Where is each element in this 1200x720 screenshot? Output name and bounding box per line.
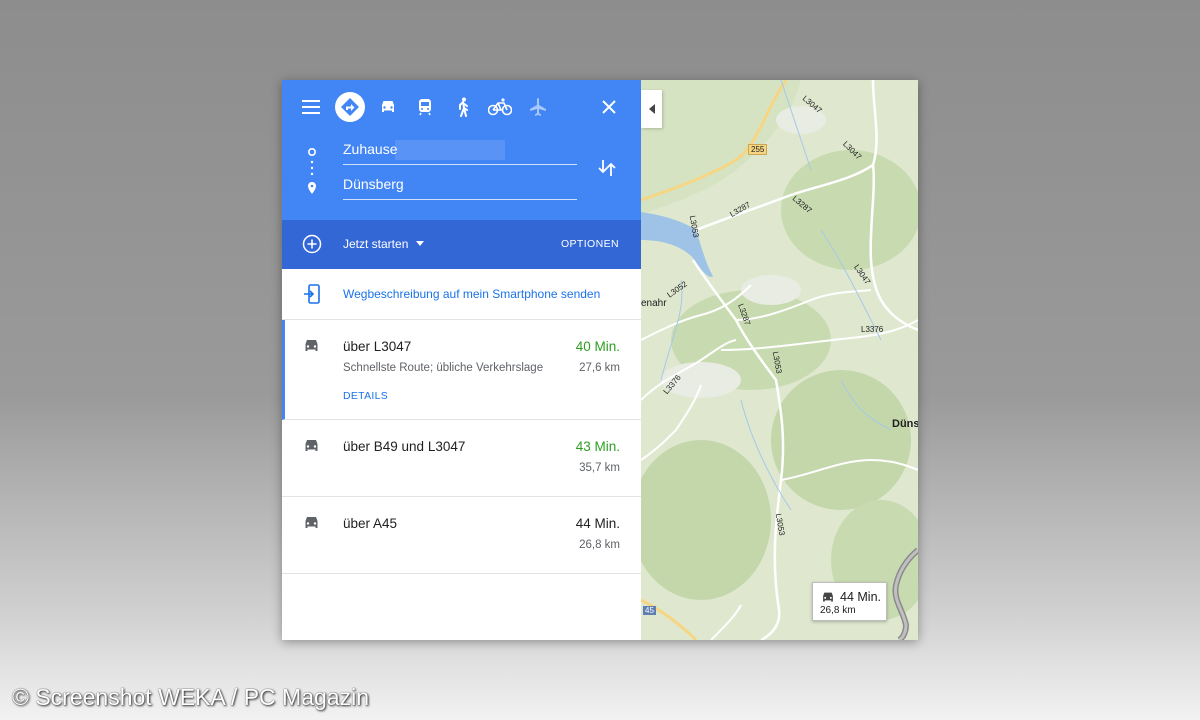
route-distance: 27,6 km <box>579 362 620 374</box>
add-destination-icon[interactable] <box>302 234 322 254</box>
car-icon[interactable] <box>373 92 403 122</box>
maps-window: Zuhause Dünsberg Jetzt starten OPTIONEN <box>282 80 918 640</box>
options-button[interactable]: OPTIONEN <box>561 238 619 250</box>
send-to-phone-row[interactable]: Wegbeschreibung auf mein Smartphone send… <box>282 269 641 320</box>
car-icon <box>823 592 833 602</box>
redacted-address <box>395 140 505 160</box>
route-time: 44 Min. <box>575 516 620 531</box>
directions-panel: Zuhause Dünsberg Jetzt starten OPTIONEN <box>282 80 641 640</box>
destination-value: Dünsberg <box>343 176 404 192</box>
route-option-1[interactable]: über L3047 Schnellste Route; übliche Ver… <box>282 320 641 420</box>
screenshot-credit: © Screenshot WEKA / PC Magazin <box>12 684 369 710</box>
send-to-phone-icon <box>304 284 320 304</box>
train-icon[interactable] <box>410 92 440 122</box>
road-badge: 255 <box>748 144 768 155</box>
route-option-3[interactable]: über A45 44 Min. 26,8 km <box>282 497 641 574</box>
route-time: 43 Min. <box>575 439 620 454</box>
car-icon <box>305 340 318 351</box>
route-name: über A45 <box>343 516 398 531</box>
walk-icon[interactable] <box>448 92 478 122</box>
bicycle-icon[interactable] <box>485 92 515 122</box>
highway-badge: 45 <box>643 606 656 615</box>
travel-mode-row <box>282 92 641 122</box>
bubble-distance: 26,8 km <box>820 605 856 616</box>
route-details-link[interactable]: DETAILS <box>343 390 388 402</box>
route-name: über B49 und L3047 <box>343 439 466 454</box>
route-dots-icon <box>308 148 316 194</box>
flight-icon[interactable] <box>523 92 553 122</box>
road-label: L3376 <box>861 325 884 334</box>
route-option-2[interactable]: über B49 und L3047 43 Min. 35,7 km <box>282 420 641 497</box>
chevron-left-icon <box>648 104 655 114</box>
directions-icon[interactable] <box>335 92 365 122</box>
route-inputs: Zuhause Dünsberg <box>282 135 641 210</box>
origin-value: Zuhause <box>343 141 398 157</box>
route-distance: 35,7 km <box>579 462 620 474</box>
place-label: enahr <box>641 298 667 309</box>
route-distance: 26,8 km <box>579 539 620 551</box>
route-time-bubble[interactable]: 44 Min. 26,8 km <box>812 582 887 621</box>
caret-down-icon[interactable] <box>416 241 424 246</box>
options-bar: Jetzt starten OPTIONEN <box>282 220 641 269</box>
swap-icon[interactable] <box>598 158 616 178</box>
directions-header: Zuhause Dünsberg <box>282 80 641 220</box>
route-subtitle: Schnellste Route; übliche Verkehrslage <box>343 362 544 374</box>
car-icon <box>305 440 318 451</box>
departure-time-dropdown[interactable]: Jetzt starten <box>343 237 408 251</box>
bubble-time: 44 Min. <box>840 590 881 604</box>
menu-icon[interactable] <box>296 92 326 122</box>
destination-field[interactable]: Dünsberg <box>343 173 577 200</box>
route-name: über L3047 <box>343 339 412 354</box>
close-icon[interactable] <box>594 92 624 122</box>
map-view[interactable]: L3047 255 L3047 L3287 L3287 L3053 L3052 … <box>641 80 918 640</box>
send-to-phone-label: Wegbeschreibung auf mein Smartphone send… <box>343 287 601 301</box>
collapse-panel-button[interactable] <box>641 90 662 128</box>
origin-field[interactable]: Zuhause <box>343 138 577 165</box>
car-icon <box>305 517 318 528</box>
place-label-destination: Düns <box>892 418 918 430</box>
route-time: 40 Min. <box>575 339 620 354</box>
